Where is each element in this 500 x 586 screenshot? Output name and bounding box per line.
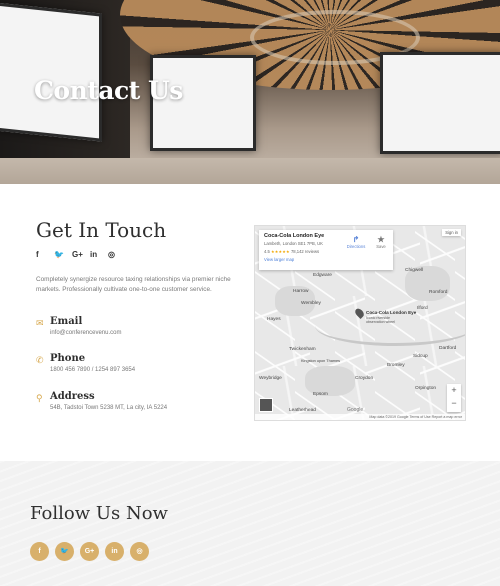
- map-place-card: Coca-Cola London Eye Lambeth, London SE1…: [259, 230, 393, 270]
- linkedin-icon[interactable]: in: [90, 250, 108, 264]
- map-pin-icon: ⚲: [36, 393, 43, 403]
- map-place: Ilford: [417, 306, 428, 311]
- map-place: Leatherhead: [289, 408, 316, 413]
- review-count[interactable]: 78,142 reviews: [291, 249, 319, 254]
- view-larger-map-link[interactable]: View larger map: [264, 257, 388, 262]
- save-label: Save: [376, 244, 386, 249]
- instagram-icon[interactable]: ◎: [130, 542, 149, 561]
- map-place: Sidcup: [413, 354, 428, 359]
- star-icon: ★: [377, 235, 385, 244]
- hero-screen-left: [0, 2, 102, 142]
- star-icon: ★★★★★: [271, 249, 290, 254]
- facebook-icon[interactable]: f: [30, 542, 49, 561]
- map-place-rating: 4.5 ★★★★★ 78,142 reviews: [264, 249, 388, 254]
- page-title: Contact Us: [34, 76, 183, 105]
- map-place: Weybridge: [259, 376, 282, 381]
- google-plus-icon[interactable]: G+: [72, 250, 90, 264]
- address-label: Address: [50, 391, 95, 402]
- instagram-icon[interactable]: ◎: [108, 250, 126, 264]
- directions-label: Directions: [346, 244, 366, 249]
- map-place: Harrow: [293, 289, 309, 294]
- directions-button[interactable]: ↱ Directions: [345, 235, 367, 249]
- map-place: Kingston upon Thames: [301, 359, 340, 363]
- twitter-icon[interactable]: 🐦: [55, 542, 74, 561]
- map-place-address: Lambeth, London SE1 7PB, UK: [264, 241, 323, 246]
- map-place: Dartford: [439, 346, 457, 351]
- phone-label: Phone: [50, 353, 86, 364]
- map-place: Bromley: [387, 363, 405, 368]
- map-place: Croydon: [355, 376, 374, 381]
- save-button[interactable]: ★ Save: [371, 235, 391, 249]
- email-label: Email: [50, 316, 83, 327]
- map-pin-sublabel: Iconic riverside observation wheel: [366, 316, 395, 324]
- linkedin-icon[interactable]: in: [105, 542, 124, 561]
- get-in-touch-heading: Get In Touch: [36, 218, 167, 242]
- follow-social-links: f 🐦 G+ in ◎: [30, 542, 149, 561]
- map-place: Romford: [429, 290, 448, 295]
- map-place: Orpington: [415, 386, 437, 391]
- facebook-icon[interactable]: f: [36, 250, 54, 264]
- google-logo: Google: [347, 407, 364, 413]
- map-place: Chigwell: [405, 268, 424, 273]
- map-pin-label[interactable]: Coca-Cola London Eye: [366, 310, 416, 315]
- map-satellite-toggle[interactable]: [259, 398, 273, 412]
- map-place: Edgware: [313, 273, 332, 278]
- phone-icon: ✆: [36, 355, 44, 365]
- map-footer: Map data ©2019 Google Terms of Use Repor…: [255, 414, 465, 420]
- map-place: Epsom: [313, 392, 328, 397]
- map-zoom-controls: + −: [447, 384, 461, 412]
- map-place: Twickenham: [289, 347, 316, 352]
- directions-icon: ↱: [352, 235, 360, 244]
- hero-floor: [0, 158, 500, 184]
- map-sign-in-button[interactable]: Sign in: [442, 229, 461, 236]
- phone-value: 1800 456 7890 / 1254 897 3654: [50, 367, 136, 373]
- rating-value: 4.5: [264, 249, 270, 254]
- hero-banner: Contact Us: [0, 0, 500, 184]
- address-value: 54B, Tadstoi Town 5238 MT, La city, IA 5…: [50, 405, 168, 411]
- twitter-icon[interactable]: 🐦: [54, 250, 72, 264]
- map-place-title: Coca-Cola London Eye: [264, 233, 325, 239]
- map-place: Wembley: [301, 301, 321, 306]
- map-place: Hayes: [267, 317, 281, 322]
- hero-screen-right: [380, 52, 500, 154]
- envelope-icon: ✉: [36, 318, 44, 328]
- follow-heading: Follow Us Now: [30, 503, 168, 524]
- contact-description: Completely synergize resource taxing rel…: [36, 276, 231, 293]
- follow-section: Follow Us Now f 🐦 G+ in ◎: [0, 461, 500, 586]
- contact-social-links: f 🐦 G+ in ◎: [36, 250, 126, 264]
- google-map[interactable]: Edgware Harrow Wembley Chigwell Romford …: [254, 225, 466, 421]
- zoom-in-button[interactable]: +: [447, 384, 461, 397]
- email-value[interactable]: info@conferencevenu.com: [50, 330, 121, 336]
- zoom-out-button[interactable]: −: [447, 397, 461, 410]
- google-plus-icon[interactable]: G+: [80, 542, 99, 561]
